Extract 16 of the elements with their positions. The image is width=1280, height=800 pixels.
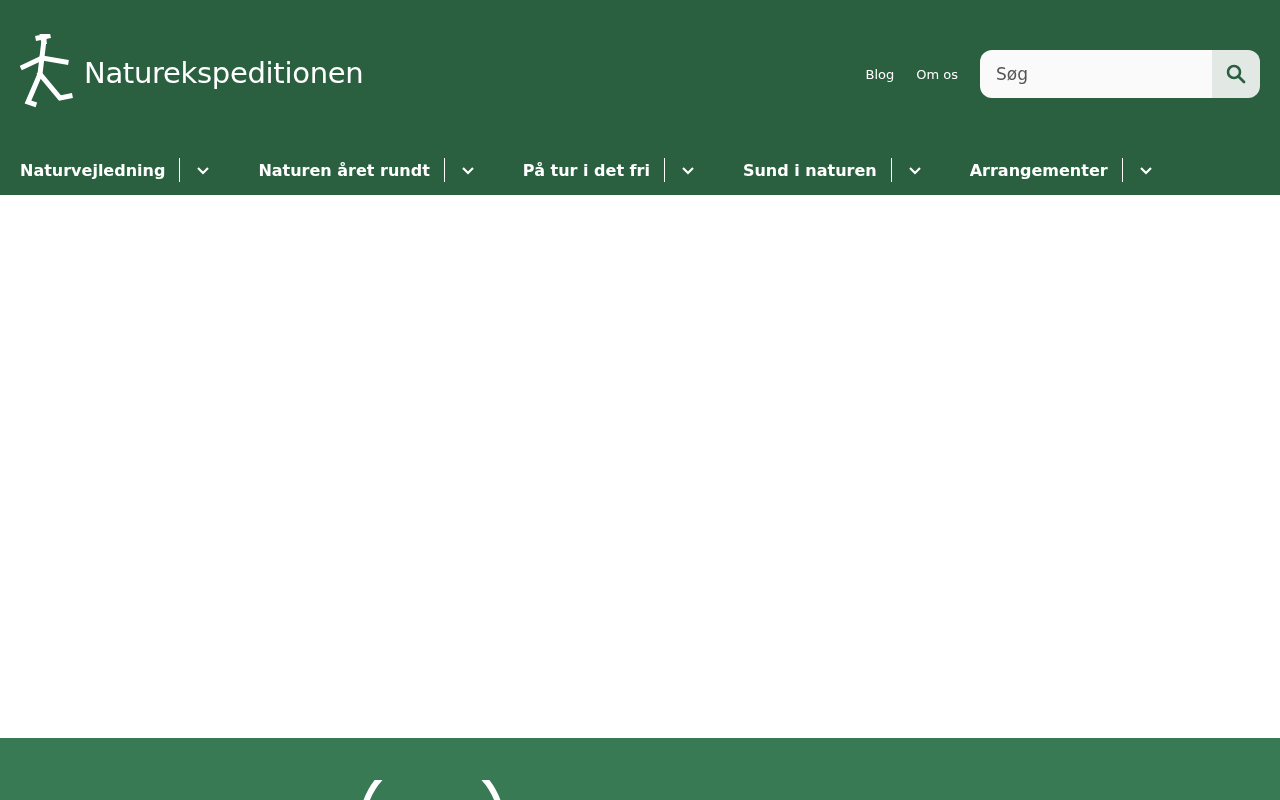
top-nav-link[interactable]: Om os (916, 66, 958, 82)
main-nav-link[interactable]: Naturen året rundt (258, 160, 430, 180)
chevron-down-icon (460, 165, 475, 175)
main-nav-link[interactable]: Naturvejledning (20, 160, 166, 180)
main-nav-link[interactable]: Sund i naturen (742, 160, 877, 180)
site-logo[interactable]: Naturekspeditionen (20, 34, 364, 112)
search-field[interactable]: Søg (980, 50, 1212, 98)
main-nav-link[interactable]: Arrangementer (969, 160, 1108, 180)
chevron-down-icon (680, 165, 695, 175)
main-nav-link[interactable]: På tur i det fri (522, 160, 650, 180)
chevron-down-icon (196, 165, 211, 175)
chevron-down-icon (1138, 165, 1153, 175)
search-icon (1226, 64, 1246, 84)
chevron-down-icon (907, 165, 922, 175)
top-nav-link[interactable]: Blog (865, 66, 895, 82)
search-button[interactable] (1212, 50, 1260, 98)
